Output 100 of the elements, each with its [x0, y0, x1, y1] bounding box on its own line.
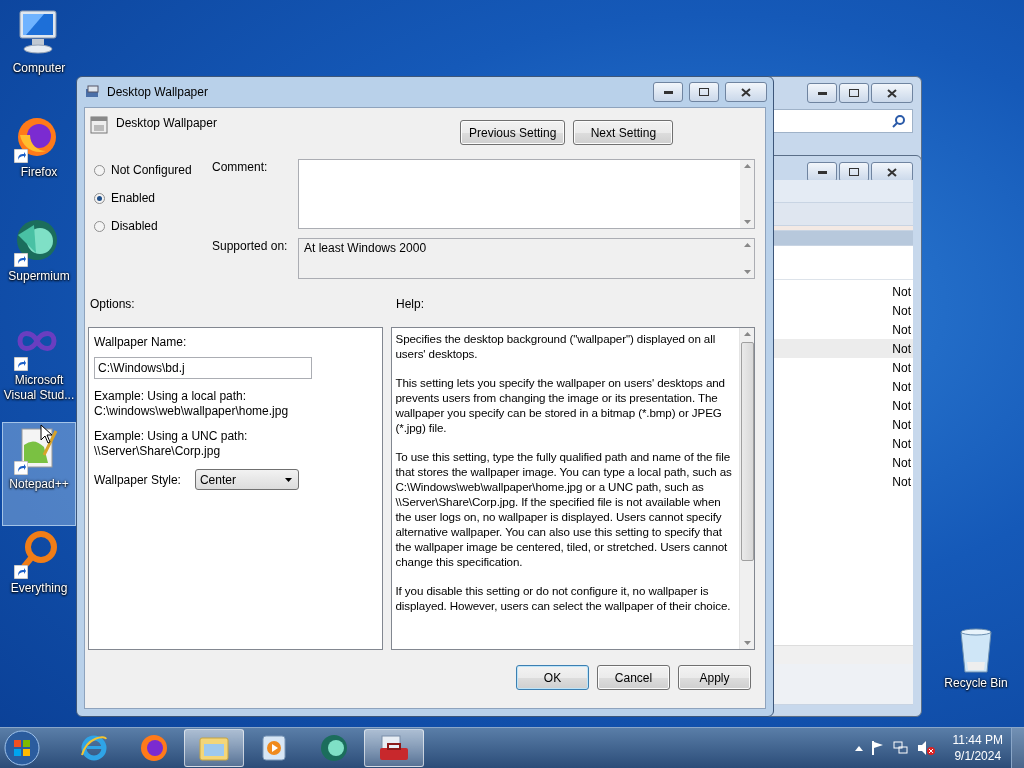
field-label: Wallpaper Name: — [94, 335, 188, 349]
table-cell: Not — [892, 303, 911, 318]
dialog-button[interactable]: OK — [516, 665, 589, 690]
policy-icon — [85, 85, 101, 99]
comment-field[interactable] — [298, 159, 755, 229]
close-icon — [887, 88, 897, 98]
table-cell: Not — [892, 417, 911, 432]
radio-option[interactable]: Enabled — [94, 189, 212, 207]
nav-button[interactable]: Previous Setting — [460, 120, 566, 145]
supported-field: At least Windows 2000 — [298, 238, 755, 279]
example-path: C:\windows\web\wallpaper\home.jpg — [94, 404, 290, 419]
table-cell: Not — [892, 341, 911, 356]
desktop-shortcut[interactable]: Supermium — [2, 214, 76, 318]
maximize-button[interactable] — [839, 83, 869, 103]
network-icon[interactable] — [892, 740, 909, 756]
table-cell: Not — [892, 398, 911, 413]
taskbar-button[interactable] — [184, 729, 244, 767]
style-dropdown[interactable]: Center — [194, 469, 299, 490]
help-paragraph: If you disable this setting or do not configure it, no wallpaper is displayed. However, users can select the wallpaper of their choice. — [395, 583, 732, 613]
desktop-icon-label: Recycle Bin — [944, 676, 1008, 691]
section-label: Options: — [90, 297, 136, 311]
supermium-icon[interactable] — [319, 733, 349, 763]
desktop-icon-label: Microsoft Visual Stud... — [3, 373, 75, 403]
maximize-button[interactable] — [689, 82, 719, 102]
clock-time[interactable]: 11:44 PM — [952, 732, 1003, 748]
field-label: Wallpaper Style: — [94, 472, 181, 487]
desktop-shortcut[interactable]: Computer — [2, 6, 76, 110]
shortcut-arrow-icon — [14, 149, 28, 163]
speaker-muted-icon[interactable] — [916, 740, 935, 756]
shortcut-arrow-icon — [14, 357, 28, 371]
desktop-icon-label: Everything — [10, 581, 68, 596]
field-label: Supported on: — [212, 238, 289, 255]
radio-option[interactable]: Not Configured — [94, 161, 212, 179]
maximize-icon — [699, 88, 709, 96]
minimize-button[interactable] — [653, 82, 683, 102]
table-cell: Not — [892, 360, 911, 375]
close-button[interactable] — [725, 82, 767, 102]
scroll-up-icon[interactable] — [743, 164, 751, 168]
example-caption: Example: Using a UNC path: — [94, 429, 249, 444]
minimize-button[interactable] — [807, 162, 837, 182]
toolbox-icon[interactable] — [378, 734, 410, 762]
desktop-icon-label: Computer — [12, 61, 66, 76]
setting-name: Desktop Wallpaper — [116, 116, 217, 130]
desktop-icon-label: Supermium — [8, 269, 70, 284]
wallpaper-name-input[interactable]: C:\Windows\bd.j — [94, 357, 312, 379]
table-cell: Not — [892, 284, 911, 299]
help-paragraph: Specifies the desktop background ("wallpaper") displayed on all users' desktops. — [395, 331, 717, 361]
radio-option[interactable]: Disabled — [94, 217, 212, 235]
example-caption: Example: Using a local path: — [94, 389, 248, 404]
desktop-shortcut[interactable]: Firefox — [2, 110, 76, 214]
table-cell: Not — [892, 379, 911, 394]
table-cell: Not — [892, 455, 911, 470]
desktop-icon-label: Notepad++ — [9, 477, 69, 492]
clock-date[interactable]: 9/1/2024 — [954, 748, 1002, 764]
scrollbar[interactable] — [739, 328, 754, 649]
close-button[interactable] — [871, 83, 913, 103]
help-paragraph: This setting lets you specify the wallpaper on users' desktops and prevents users from changing the image or its presentation. The wallpaper you specify can be stored in a bitmap (*.bmp) or JPEG (*.jpg) file. — [395, 375, 726, 435]
window-title: Desktop Wallpaper — [107, 85, 209, 99]
close-button[interactable] — [871, 162, 913, 182]
desktop-icon-label: Firefox — [20, 165, 58, 180]
close-icon — [741, 87, 751, 97]
start-button[interactable] — [2, 729, 42, 767]
scroll-thumb[interactable] — [740, 342, 754, 561]
minimize-icon — [663, 90, 673, 94]
flag-icon[interactable] — [870, 740, 885, 756]
media-player-icon[interactable] — [261, 734, 287, 762]
desktop-shortcut[interactable]: Microsoft Visual Stud... — [2, 318, 76, 422]
browser-e-icon[interactable] — [79, 733, 109, 763]
caret-icon[interactable] — [854, 745, 863, 751]
taskbar-button[interactable] — [364, 729, 424, 767]
field-label: Comment: — [212, 159, 269, 176]
shortcut-arrow-icon — [14, 461, 28, 475]
scrollbar[interactable] — [740, 160, 754, 228]
firefox-icon[interactable] — [139, 733, 169, 763]
maximize-button[interactable] — [839, 162, 869, 182]
nav-button[interactable]: Next Setting — [573, 120, 674, 145]
dropdown-arrow-icon — [284, 477, 292, 482]
shortcut-arrow-icon — [14, 565, 28, 579]
example-path: \\Server\Share\Corp.jpg — [94, 444, 222, 459]
search-icon[interactable] — [892, 114, 906, 128]
folder-icon[interactable] — [198, 734, 230, 762]
mouse-pointer-icon — [40, 424, 54, 444]
supermium-icon — [14, 217, 60, 263]
shortcut-arrow-icon — [14, 253, 28, 267]
scroll-down-icon[interactable] — [743, 270, 751, 274]
scroll-up-icon[interactable] — [743, 332, 751, 336]
table-cell: Not — [892, 474, 911, 489]
help-paragraph: To use this setting, type the fully qualified path and name of the file that stores the wallpaper image. You can type a local path, such as C:\Windows\web\wallpaper\home.jpg or a UNC path, such as \\Server\Share\Corp.jpg. If the specified file is not available when the user logs on, no wallpaper is displayed. Users cannot specify alternative wallpaper. You can also use this setting to specify that the wallpaper image be centered, tiled, or stretched. Users cannot change this specification. — [395, 449, 733, 569]
dialog-button[interactable]: Apply — [678, 665, 751, 690]
dialog-button[interactable]: Cancel — [597, 665, 670, 690]
desktop-shortcut[interactable]: Everything — [2, 526, 76, 630]
desktop-shortcut[interactable]: Notepad++ — [2, 422, 76, 526]
table-cell: Not — [892, 322, 911, 337]
scroll-down-icon[interactable] — [743, 220, 751, 224]
close-icon — [887, 167, 897, 177]
maximize-icon — [849, 89, 859, 97]
maximize-icon — [849, 168, 859, 176]
minimize-icon — [817, 91, 827, 95]
section-label: Help: — [396, 297, 424, 311]
minimize-button[interactable] — [807, 83, 837, 103]
